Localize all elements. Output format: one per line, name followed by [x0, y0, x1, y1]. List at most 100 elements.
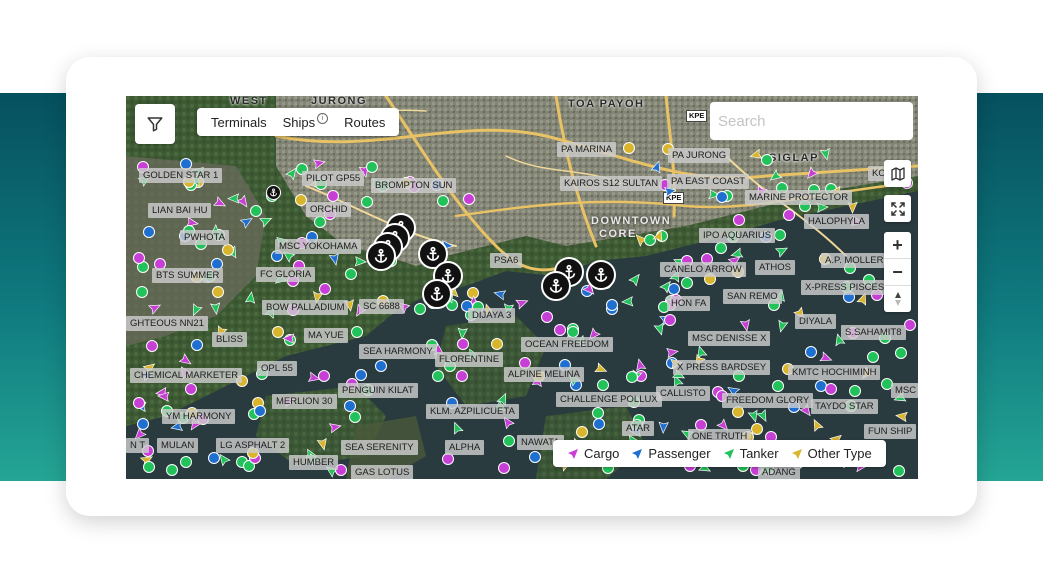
- ship-dot-marker[interactable]: [576, 426, 588, 438]
- ship-label[interactable]: SAN REMO: [723, 289, 782, 304]
- filter-button[interactable]: [135, 104, 175, 144]
- ship-label[interactable]: KLM. AZPILICUETA: [426, 404, 519, 419]
- ship-label[interactable]: CALLISTO: [656, 386, 710, 401]
- tab-terminals[interactable]: Terminals: [203, 115, 275, 130]
- search-input[interactable]: [710, 102, 913, 140]
- ship-label[interactable]: GAS LOTUS: [351, 465, 414, 479]
- ship-dot-marker[interactable]: [541, 311, 553, 323]
- ship-dot-marker[interactable]: [327, 190, 339, 202]
- ship-dot-marker[interactable]: [893, 465, 905, 477]
- ship-label[interactable]: ORCHID: [306, 202, 352, 217]
- ship-arrow-marker[interactable]: [327, 421, 342, 439]
- ship-dot-marker[interactable]: [208, 452, 220, 464]
- ship-dot-marker[interactable]: [166, 464, 178, 476]
- ship-label[interactable]: CANELO ARROW: [660, 262, 746, 277]
- ship-label[interactable]: ATAR: [622, 421, 654, 436]
- ship-arrow-marker[interactable]: [306, 371, 321, 389]
- anchor-icon[interactable]: [366, 241, 396, 271]
- ship-label[interactable]: PSA6: [490, 253, 523, 268]
- ship-dot-marker[interactable]: [606, 299, 618, 311]
- ship-dot-marker[interactable]: [498, 462, 510, 474]
- ship-label[interactable]: MSC DENISSE X: [688, 331, 771, 346]
- ship-arrow-marker[interactable]: [856, 292, 869, 312]
- ship-label[interactable]: ALPINE MELINA: [504, 367, 584, 382]
- ship-dot-marker[interactable]: [456, 370, 468, 382]
- ship-label[interactable]: ALPHA: [445, 440, 485, 455]
- ship-dot-marker[interactable]: [191, 339, 203, 351]
- ship-dot-marker[interactable]: [254, 405, 266, 417]
- ship-label[interactable]: OPL 55: [257, 361, 297, 376]
- ship-dot-marker[interactable]: [733, 214, 745, 226]
- ship-arrow-marker[interactable]: [628, 273, 641, 292]
- ship-arrow-marker[interactable]: [502, 416, 515, 435]
- ship-arrow-marker[interactable]: [806, 166, 819, 184]
- ship-label[interactable]: SEA SERENITY: [341, 440, 418, 455]
- ship-label[interactable]: HUMBER: [289, 455, 339, 470]
- ship-label[interactable]: HALOPHYLA: [804, 214, 870, 229]
- ship-dot-marker[interactable]: [761, 154, 773, 166]
- ship-dot-marker[interactable]: [623, 142, 635, 154]
- ship-label[interactable]: DIYALA: [795, 314, 837, 329]
- ship-dot-marker[interactable]: [849, 385, 861, 397]
- ship-label[interactable]: PA EAST COAST: [667, 174, 750, 189]
- anchor-icon[interactable]: [266, 185, 281, 200]
- ship-label[interactable]: GOLDEN STAR 1: [139, 168, 223, 183]
- ship-arrow-marker[interactable]: [227, 192, 242, 210]
- ship-dot-marker[interactable]: [133, 252, 145, 264]
- ship-dot-marker[interactable]: [212, 286, 224, 298]
- ship-label[interactable]: GHTEOUS NN21: [126, 316, 208, 331]
- ship-arrow-marker[interactable]: [819, 146, 832, 164]
- ship-label[interactable]: A.P. MOLLER: [821, 253, 888, 268]
- ship-label[interactable]: ADANG: [758, 465, 800, 479]
- ship-arrow-marker[interactable]: [776, 318, 789, 336]
- ship-dot-marker[interactable]: [314, 216, 326, 228]
- ship-dot-marker[interactable]: [414, 303, 426, 315]
- ship-dot-marker[interactable]: [529, 451, 541, 463]
- ship-dot-marker[interactable]: [715, 242, 727, 254]
- ship-label[interactable]: FREEDOM GLORY: [722, 393, 814, 408]
- info-icon[interactable]: i: [317, 112, 329, 124]
- ship-label[interactable]: FLORENTINE: [435, 352, 504, 367]
- ship-label[interactable]: KAIROS S12 SULTAN: [560, 176, 663, 191]
- ship-label[interactable]: KMTC HOCHIMINH: [788, 365, 881, 380]
- ship-label[interactable]: PENGUIN KILAT: [338, 383, 418, 398]
- ship-dot-marker[interactable]: [716, 191, 728, 203]
- ship-arrow-marker[interactable]: [244, 291, 257, 311]
- ship-dot-marker[interactable]: [345, 268, 357, 280]
- ship-dot-marker[interactable]: [457, 338, 469, 350]
- map-layers-button[interactable]: [884, 160, 911, 187]
- ship-label[interactable]: BTS SUMMER: [152, 268, 224, 283]
- ship-dot-marker[interactable]: [318, 370, 330, 382]
- ship-label[interactable]: LG ASPHALT 2: [216, 438, 290, 453]
- ship-dot-marker[interactable]: [146, 340, 158, 352]
- ship-label[interactable]: DIJAYA 3: [468, 308, 516, 323]
- ship-label[interactable]: MSC YOKOHAMA: [275, 239, 362, 254]
- ship-dot-marker[interactable]: [133, 397, 145, 409]
- ship-arrow-marker[interactable]: [285, 167, 298, 186]
- ship-arrow-marker[interactable]: [282, 332, 297, 350]
- ship-label[interactable]: MARINE PROTECTOR: [745, 190, 853, 205]
- ship-dot-marker[interactable]: [774, 229, 786, 241]
- legend-item[interactable]: Tanker: [723, 446, 779, 461]
- ship-label[interactable]: MSC: [891, 383, 918, 398]
- legend-item[interactable]: Other Type: [791, 446, 872, 461]
- map-view[interactable]: WEST JURONG TOA PAYOH SIGLAP DOWNTOWN CO…: [126, 96, 918, 479]
- ship-dot-marker[interactable]: [593, 418, 605, 430]
- legend-item[interactable]: Cargo: [567, 446, 619, 461]
- ship-dot-marker[interactable]: [895, 347, 907, 359]
- ship-label[interactable]: YM HARMONY: [162, 409, 236, 424]
- ship-dot-marker[interactable]: [180, 456, 192, 468]
- ship-arrow-marker[interactable]: [212, 196, 227, 214]
- ship-arrow-marker[interactable]: [451, 421, 464, 441]
- ship-arrow-marker[interactable]: [811, 418, 824, 438]
- ship-label[interactable]: X-PRESS PISCES: [801, 280, 889, 295]
- ship-label[interactable]: PILOT GP55: [302, 171, 365, 186]
- fullscreen-button[interactable]: [884, 195, 911, 222]
- ship-label[interactable]: BLISS: [212, 332, 247, 347]
- ship-label[interactable]: PWHOTA: [180, 230, 229, 245]
- ship-label[interactable]: IPO AQUARIUS: [699, 228, 776, 243]
- ship-dot-marker[interactable]: [143, 226, 155, 238]
- ship-dot-marker[interactable]: [355, 369, 367, 381]
- ship-dot-marker[interactable]: [867, 351, 879, 363]
- ship-dot-marker[interactable]: [361, 196, 373, 208]
